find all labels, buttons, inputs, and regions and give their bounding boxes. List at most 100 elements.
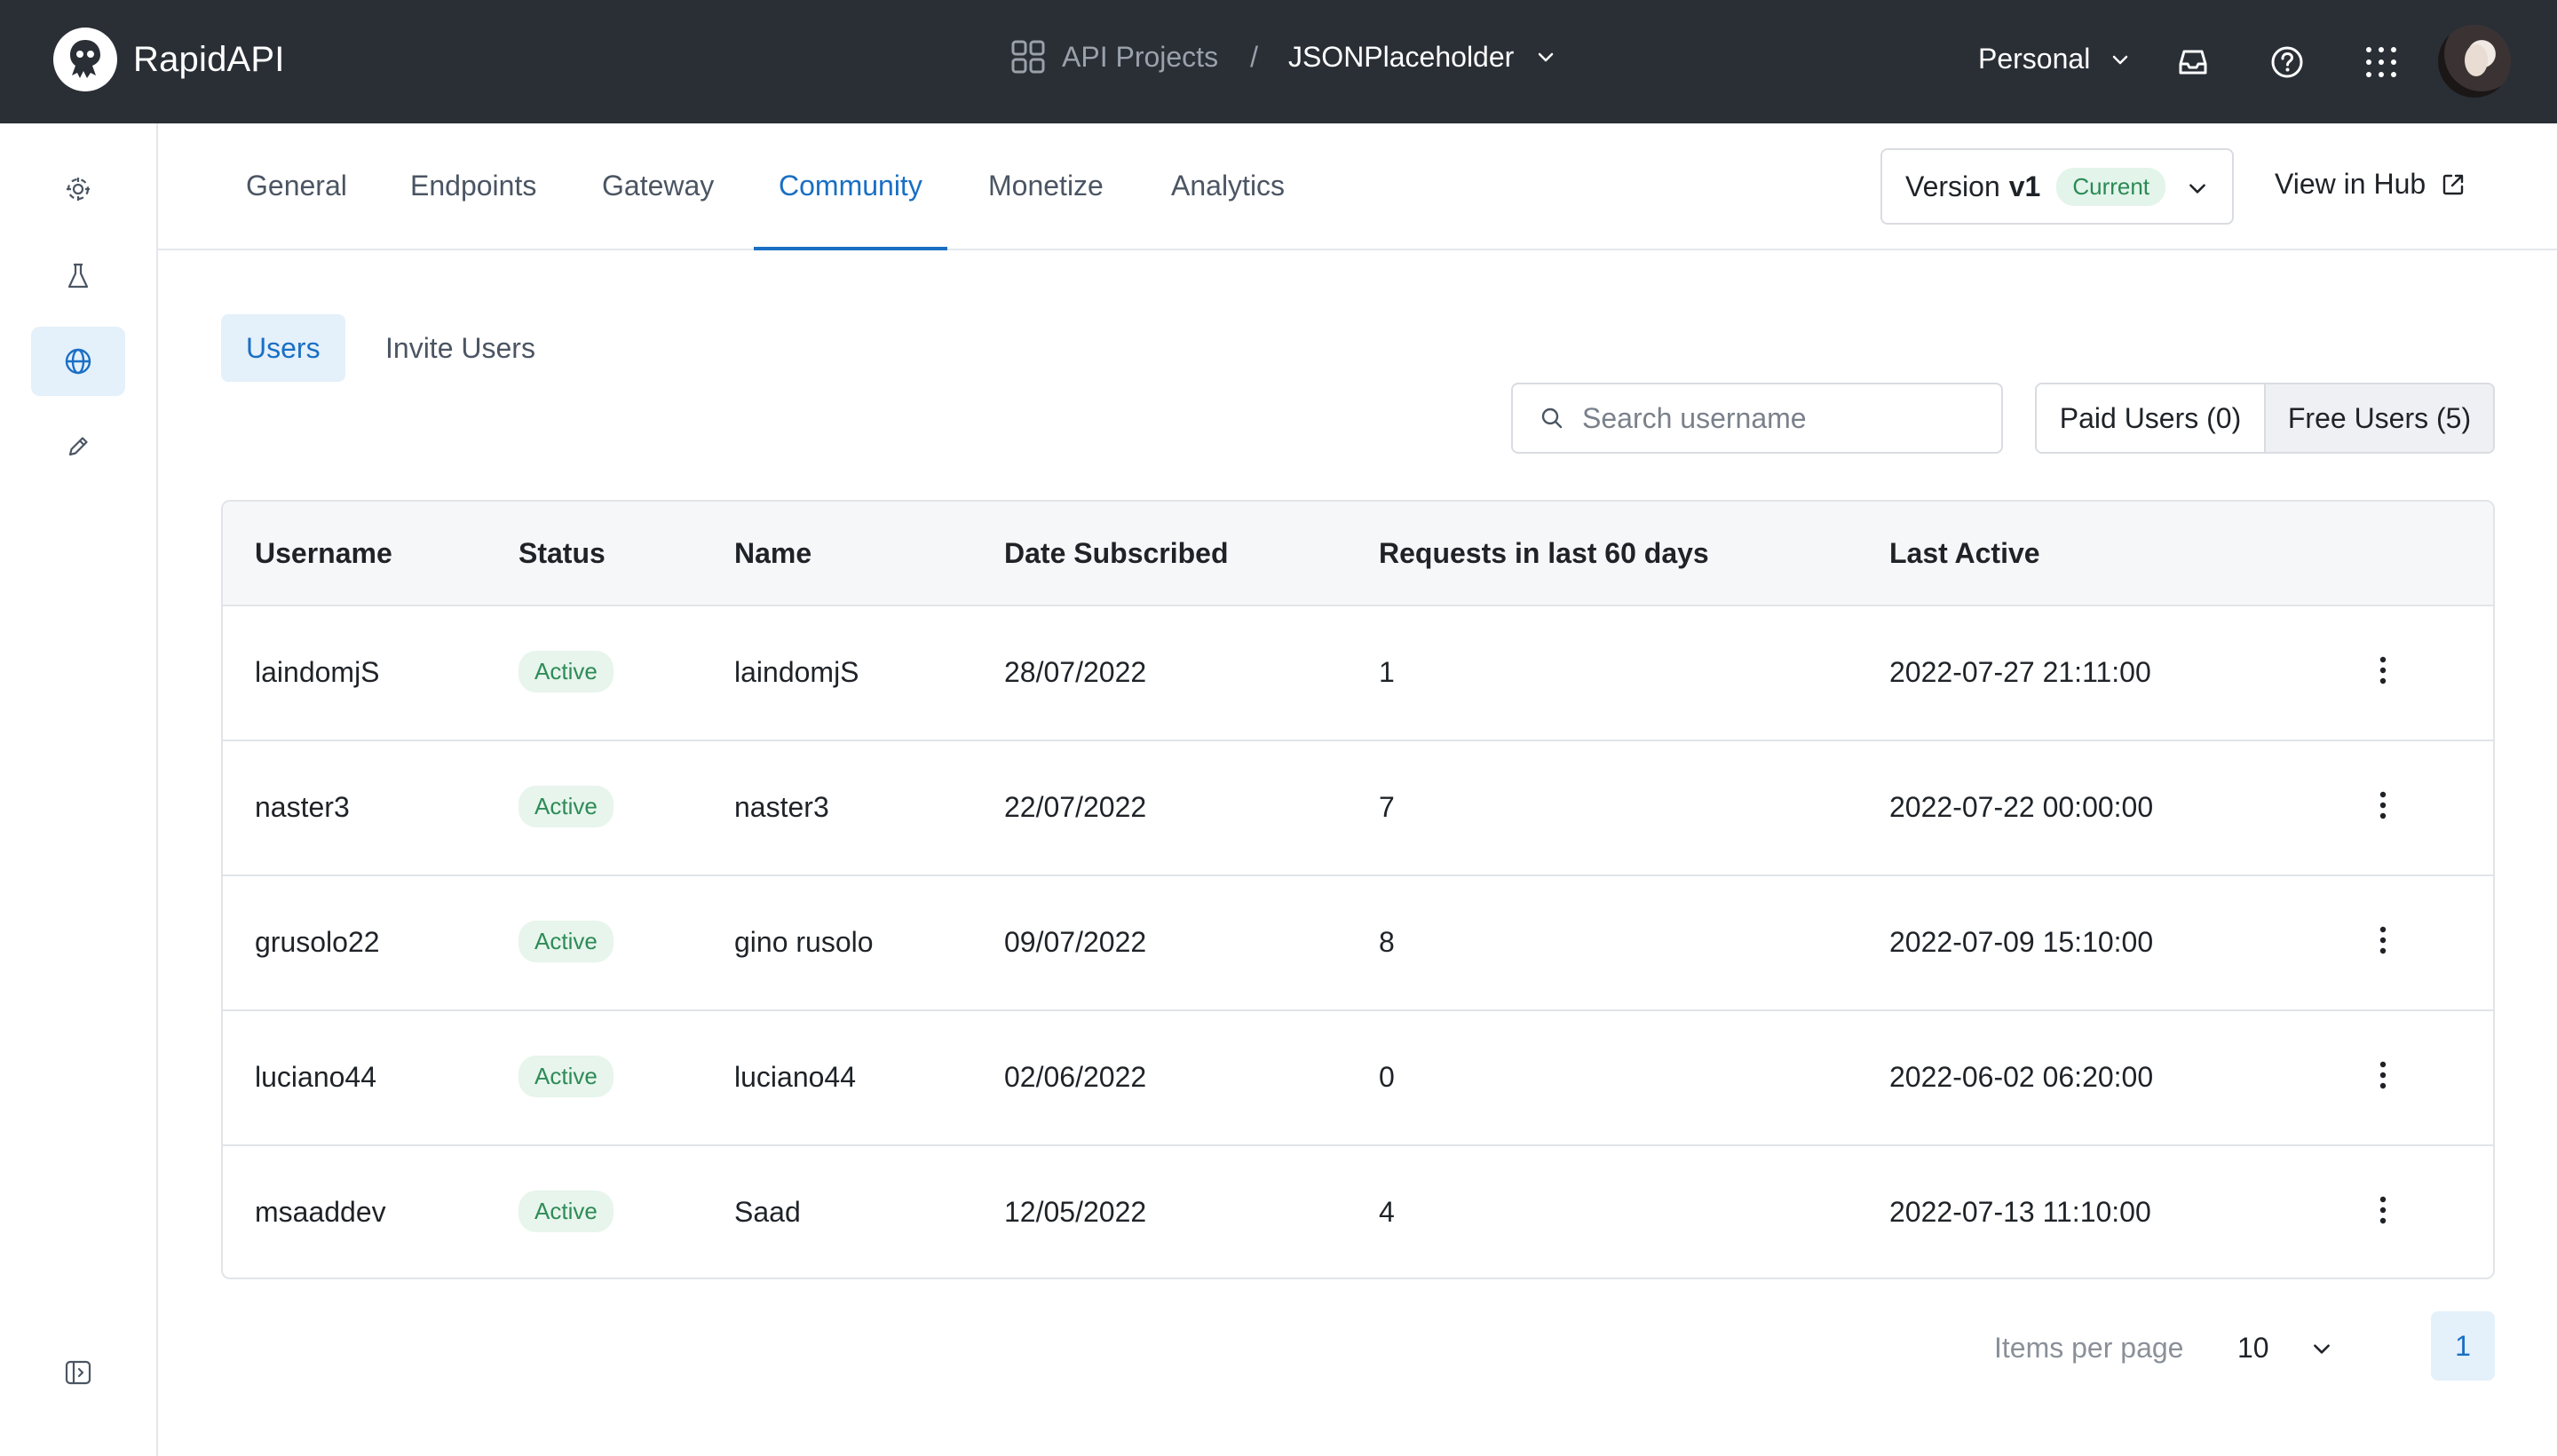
paid-users-button[interactable]: Paid Users (0): [2037, 384, 2266, 452]
row-actions-kebab-icon[interactable]: [2368, 924, 2398, 960]
search-icon: [1541, 408, 1563, 429]
table-row[interactable]: naster3 Active naster3 22/07/2022 7 2022…: [223, 741, 2493, 876]
current-version-badge: Current: [2056, 167, 2166, 206]
version-prefix: Version: [1905, 170, 2000, 202]
table-header: Username Status Name Date Subscribed Req…: [223, 502, 2493, 606]
status-badge: Active: [519, 921, 614, 962]
chevron-down-icon: [1539, 52, 1554, 62]
pencil-icon: [68, 437, 88, 456]
cell-date-subscribed: 09/07/2022: [1004, 926, 1147, 958]
subtab-invite-users[interactable]: Invite Users: [360, 314, 560, 382]
chevron-down-icon: [2313, 1343, 2330, 1354]
free-users-button[interactable]: Free Users (5): [2266, 384, 2493, 452]
tab-gateway[interactable]: Gateway: [602, 123, 714, 249]
table-row[interactable]: luciano44 Active luciano44 02/06/2022 0 …: [223, 1011, 2493, 1146]
rail-item-hub-listing[interactable]: [31, 327, 125, 396]
status-badge: Active: [519, 1191, 614, 1232]
column-header-username: Username: [255, 537, 392, 569]
row-actions-kebab-icon[interactable]: [2368, 1194, 2398, 1230]
help-icon[interactable]: [2268, 43, 2307, 82]
items-per-page-label: Items per page: [1994, 1332, 2184, 1364]
cell-last-active: 2022-07-27 21:11:00: [1889, 656, 2151, 688]
version-value: v1: [2008, 170, 2041, 202]
left-rail: [0, 123, 158, 1456]
project-name: JSONPlaceholder: [1287, 40, 1515, 73]
status-badge: Active: [519, 1056, 614, 1097]
subtab-users[interactable]: Users: [221, 314, 345, 382]
rail-item-hub[interactable]: [31, 154, 125, 224]
breadcrumb-projects-link[interactable]: API Projects: [1010, 39, 1218, 75]
cell-name: laindomjS: [734, 656, 859, 688]
tab-monetize[interactable]: Monetize: [988, 123, 1104, 249]
view-in-hub-label: View in Hub: [2275, 168, 2426, 200]
search-username-input[interactable]: [1582, 401, 1973, 435]
tab-endpoints[interactable]: Endpoints: [410, 123, 536, 249]
row-actions-kebab-icon[interactable]: [2368, 789, 2398, 825]
inbox-icon[interactable]: [2173, 43, 2213, 82]
column-header-requests: Requests in last 60 days: [1379, 537, 1709, 569]
breadcrumb: API Projects / JSONPlaceholder: [1010, 39, 1556, 75]
user-avatar[interactable]: [2438, 25, 2511, 98]
rail-item-testing[interactable]: [31, 241, 125, 311]
grid-icon: [1011, 40, 1045, 74]
cell-requests: 1: [1379, 656, 1395, 688]
tab-analytics[interactable]: Analytics: [1171, 123, 1285, 249]
collapse-sidebar-icon: [65, 1360, 91, 1385]
search-box: [1511, 383, 2003, 454]
row-actions-kebab-icon[interactable]: [2368, 1059, 2398, 1095]
cell-name: gino rusolo: [734, 926, 874, 958]
version-selector[interactable]: Version v1 Current: [1880, 148, 2234, 225]
collapse-sidebar-button[interactable]: [31, 1338, 125, 1407]
row-actions-kebab-icon[interactable]: [2368, 654, 2398, 690]
globe-icon: [65, 348, 91, 375]
cell-username: grusolo22: [255, 926, 380, 958]
cell-name: Saad: [734, 1196, 801, 1228]
app-logo[interactable]: RapidAPI: [53, 28, 285, 91]
cell-date-subscribed: 12/05/2022: [1004, 1196, 1147, 1228]
flask-icon: [67, 263, 89, 289]
user-type-filter: Paid Users (0) Free Users (5): [2035, 383, 2495, 454]
view-in-hub-link[interactable]: View in Hub: [2275, 168, 2466, 201]
apps-icon[interactable]: [2362, 43, 2401, 82]
column-header-last-active: Last Active: [1889, 537, 2040, 569]
rapidapi-logo-icon: [53, 28, 117, 91]
status-badge: Active: [519, 786, 614, 827]
top-bar: RapidAPI API Projects / JSONPlaceholder …: [0, 0, 2557, 123]
chevron-down-icon: [2189, 184, 2205, 194]
table-row[interactable]: msaaddev Active Saad 12/05/2022 4 2022-0…: [223, 1146, 2493, 1278]
table-row[interactable]: laindomjS Active laindomjS 28/07/2022 1 …: [223, 606, 2493, 741]
breadcrumb-projects-label: API Projects: [1062, 40, 1219, 73]
status-badge: Active: [519, 651, 614, 692]
breadcrumb-separator: /: [1250, 40, 1258, 73]
cell-last-active: 2022-07-09 15:10:00: [1889, 926, 2154, 958]
cell-requests: 8: [1379, 926, 1395, 958]
cell-requests: 0: [1379, 1061, 1395, 1093]
cell-name: naster3: [734, 791, 829, 823]
cell-last-active: 2022-07-13 11:10:00: [1889, 1196, 2151, 1228]
app-name: RapidAPI: [133, 39, 285, 79]
project-tabs: General Endpoints Gateway Community Mone…: [158, 123, 2557, 250]
cell-date-subscribed: 02/06/2022: [1004, 1061, 1147, 1093]
column-header-date-subscribed: Date Subscribed: [1004, 537, 1229, 569]
items-per-page-select[interactable]: 10: [2237, 1332, 2333, 1365]
hub-icon: [67, 178, 90, 201]
cell-name: luciano44: [734, 1061, 856, 1093]
tab-community[interactable]: Community: [754, 123, 947, 250]
table-row[interactable]: grusolo22 Active gino rusolo 09/07/2022 …: [223, 876, 2493, 1011]
workspace-name: Personal: [1978, 43, 2091, 75]
tab-general[interactable]: General: [246, 123, 347, 249]
project-selector[interactable]: JSONPlaceholder: [1288, 41, 1556, 74]
chevron-down-icon: [2113, 55, 2128, 64]
rail-item-design[interactable]: [31, 412, 125, 481]
cell-requests: 7: [1379, 791, 1395, 823]
cell-username: naster3: [255, 791, 350, 823]
users-table: Username Status Name Date Subscribed Req…: [221, 500, 2495, 1279]
items-per-page-value: 10: [2237, 1332, 2269, 1364]
page-button-current[interactable]: 1: [2431, 1311, 2495, 1381]
column-header-status: Status: [519, 537, 606, 569]
column-header-name: Name: [734, 537, 812, 569]
cell-date-subscribed: 28/07/2022: [1004, 656, 1147, 688]
cell-username: msaaddev: [255, 1196, 386, 1228]
cell-requests: 4: [1379, 1196, 1395, 1228]
workspace-selector[interactable]: Personal: [1978, 43, 2131, 75]
